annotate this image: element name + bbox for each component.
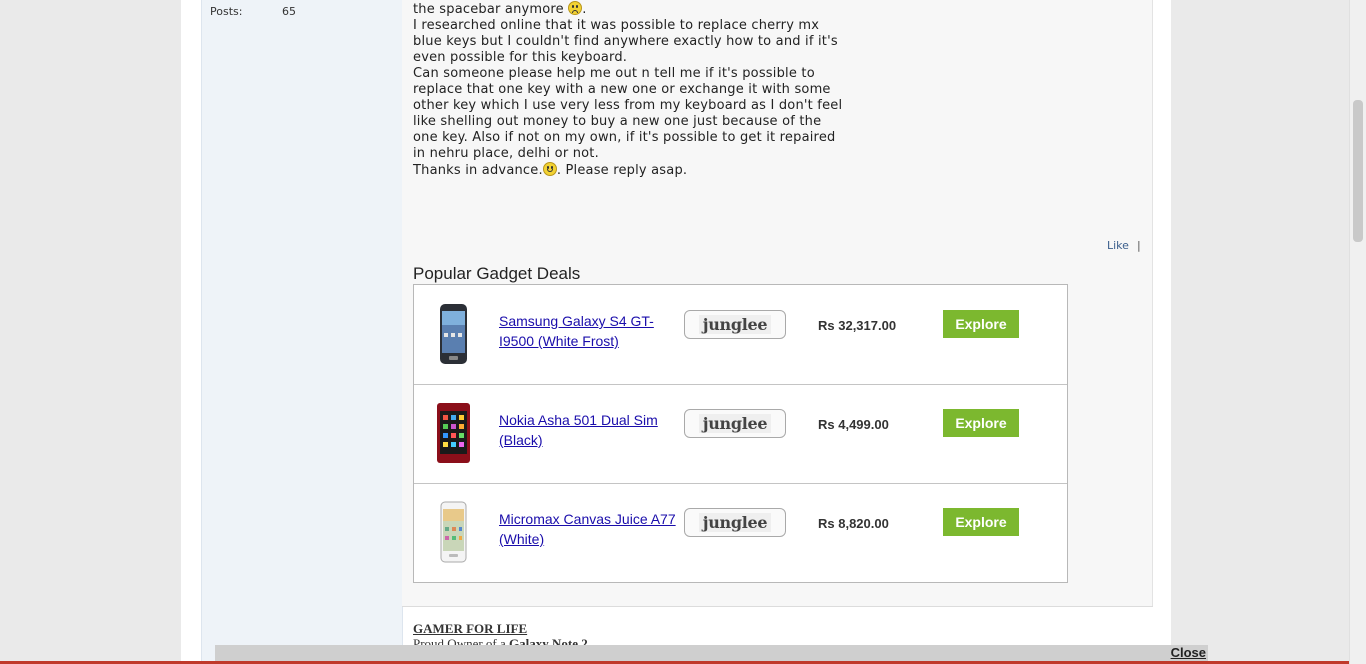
posts-count: 65 (282, 5, 296, 18)
samsung-phone-icon[interactable] (436, 303, 471, 365)
deal-price: Rs 32,317.00 (818, 318, 897, 333)
message-line: in nehru place, delhi or not. (413, 146, 599, 161)
deal-title-link[interactable]: Micromax Canvas Juice A77 (White) (499, 509, 679, 549)
like-link[interactable]: Like (1107, 239, 1129, 252)
explore-button[interactable]: Explore (943, 310, 1019, 338)
store-logo-button[interactable]: junglee (684, 409, 786, 438)
message-line: even possible for this keyboard. (413, 50, 628, 65)
post-message: the spacebar anymore . I researched onli… (413, 1, 853, 179)
bottom-ad-bar: Close (215, 645, 1208, 661)
deal-row: Samsung Galaxy S4 GT-I9500 (White Frost)… (414, 285, 1067, 385)
posts-label: Posts: (210, 5, 243, 18)
scrollbar-thumb[interactable] (1353, 100, 1363, 242)
deals-widget: Samsung Galaxy S4 GT-I9500 (White Frost)… (413, 284, 1068, 583)
deal-row: Nokia Asha 501 Dual Sim (Black) junglee … (414, 384, 1067, 484)
store-logo: junglee (698, 513, 772, 532)
message-line: Can someone please help me out n tell me… (413, 66, 815, 81)
message-line: one key. Also if not on my own, if it's … (413, 130, 836, 145)
message-line: I researched online that it was possible… (413, 18, 820, 33)
deal-title-link[interactable]: Nokia Asha 501 Dual Sim (Black) (499, 410, 679, 450)
sad-face-icon (568, 1, 583, 15)
deal-title-link[interactable]: Samsung Galaxy S4 GT-I9500 (White Frost) (499, 311, 679, 351)
deals-heading: Popular Gadget Deals (413, 264, 581, 283)
message-line: replace that one key with a new one or e… (413, 82, 831, 97)
smile-face-icon (542, 162, 557, 176)
user-info-panel (201, 0, 403, 664)
micromax-phone-icon[interactable] (436, 501, 471, 563)
signature-title: GAMER FOR LIFE (413, 621, 528, 636)
explore-button[interactable]: Explore (943, 409, 1019, 437)
action-separator: | (1136, 239, 1141, 252)
vertical-scrollbar[interactable] (1349, 0, 1366, 664)
signature-divider (402, 606, 1153, 607)
store-logo: junglee (698, 414, 772, 433)
message-line: like shelling out money to buy a new one… (413, 114, 822, 129)
explore-button[interactable]: Explore (943, 508, 1019, 536)
message-line: the spacebar anymore . (413, 1, 587, 17)
nokia-phone-icon[interactable] (436, 402, 471, 464)
store-logo: junglee (698, 315, 772, 334)
store-logo-button[interactable]: junglee (684, 508, 786, 537)
deal-row: Micromax Canvas Juice A77 (White) jungle… (414, 483, 1067, 582)
deal-price: Rs 4,499.00 (818, 417, 889, 432)
message-line: blue keys but I couldn't find anywhere e… (413, 34, 838, 49)
close-button[interactable]: Close (1171, 645, 1206, 660)
post-actions: Like | (1107, 239, 1141, 252)
store-logo-button[interactable]: junglee (684, 310, 786, 339)
message-line: Thanks in advance.. Please reply asap. (413, 162, 688, 178)
message-line: other key which I use very less from my … (413, 98, 843, 113)
deal-price: Rs 8,820.00 (818, 516, 889, 531)
